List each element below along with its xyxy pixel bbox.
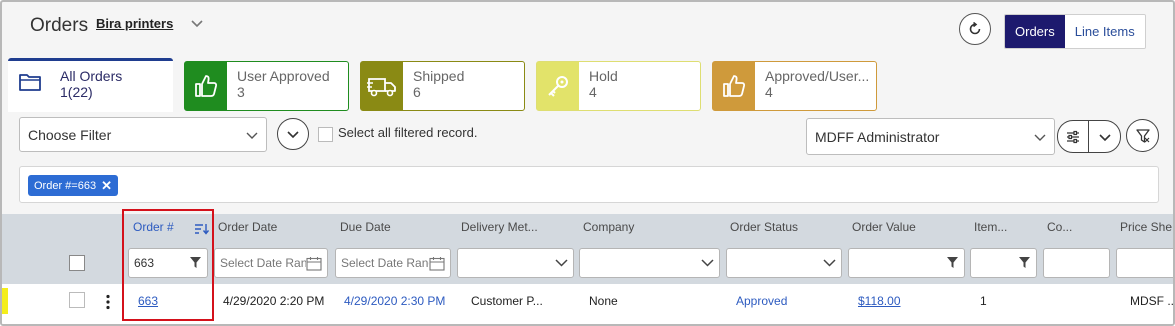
tab-count: 3 [237, 84, 245, 100]
due-date-filter-input[interactable]: Select Date Range [335, 248, 451, 278]
choose-filter-select[interactable]: Choose Filter [19, 117, 267, 152]
chevron-down-icon [287, 131, 299, 139]
choose-filter-value: Choose Filter [28, 127, 112, 143]
column-settings-split-button [1057, 120, 1121, 153]
calendar-icon[interactable] [429, 256, 445, 271]
tab-icon-box [185, 62, 227, 110]
tab-shipped[interactable]: Shipped 6 [360, 61, 525, 111]
select-all-filtered-label: Select all filtered record. [338, 125, 478, 140]
role-select-value: MDFF Administrator [815, 129, 940, 145]
filter-icon[interactable] [1018, 256, 1031, 269]
column-header-co[interactable]: Co... [1047, 220, 1072, 234]
select-all-filtered-checkbox[interactable] [318, 127, 333, 142]
column-header-delivery-method[interactable]: Delivery Met... [461, 220, 538, 234]
due-date-placeholder: Select Date Range [341, 256, 442, 270]
tab-all-orders[interactable]: All Orders 1(22) [8, 58, 173, 112]
page-title: Orders [30, 15, 89, 36]
truck-icon [367, 78, 396, 97]
filter-chip-label: Order #=663 [34, 179, 97, 192]
chevron-down-icon [555, 259, 568, 267]
line-items-view-button[interactable]: Line Items [1064, 15, 1145, 48]
tab-user-approved[interactable]: User Approved 3 [184, 61, 349, 111]
chevron-down-icon [701, 259, 714, 267]
tab-approved-user[interactable]: Approved/User... 4 [712, 61, 877, 111]
chevron-down-icon [1034, 134, 1046, 141]
price-sheet-filter-input[interactable] [1116, 248, 1173, 278]
tab-label: User Approved [237, 68, 330, 84]
tab-count: 4 [589, 84, 597, 100]
delivery-method-cell: Customer P... [471, 294, 543, 308]
order-number-column-highlight [122, 209, 214, 321]
thumbs-up-icon [195, 75, 218, 97]
tab-label: Shipped [413, 68, 465, 84]
tab-icon-box [713, 62, 755, 110]
refresh-icon [969, 21, 981, 35]
column-settings-dropdown[interactable] [1089, 121, 1120, 152]
chevron-down-icon[interactable] [190, 16, 204, 30]
tab-icon-box [537, 62, 579, 110]
calendar-icon[interactable] [306, 256, 322, 271]
order-date-cell: 4/29/2020 2:20 PM [223, 294, 325, 308]
order-status-cell: Approved [736, 294, 788, 308]
folder-icon [19, 74, 41, 91]
company-selector-link[interactable]: Bira printers [96, 16, 173, 31]
column-header-items[interactable]: Item... [974, 220, 1007, 234]
price-sheet-cell: MDSF ... [1130, 294, 1175, 308]
order-status-filter-select[interactable] [726, 248, 842, 278]
tab-hold[interactable]: Hold 4 [536, 61, 701, 111]
refresh-button[interactable] [959, 13, 991, 45]
active-filters-bar: Order #=663 ✕ [19, 166, 1159, 203]
thumbs-up-icon [723, 75, 746, 97]
column-header-company[interactable]: Company [583, 220, 634, 234]
view-toggle: Orders Line Items [1004, 14, 1146, 49]
row-status-marker [2, 288, 8, 314]
filter-chip[interactable]: Order #=663 ✕ [28, 175, 118, 196]
column-header-order-value[interactable]: Order Value [852, 220, 916, 234]
column-settings-button[interactable] [1058, 121, 1089, 152]
tab-icon-box [361, 62, 403, 110]
order-value-link[interactable]: $118.00 [858, 294, 901, 308]
company-cell: None [589, 294, 618, 308]
chevron-down-icon [246, 132, 258, 139]
chevron-down-icon [823, 259, 836, 267]
tab-count: 4 [765, 84, 773, 100]
tab-label: Hold [589, 68, 618, 84]
expand-filters-button[interactable] [277, 118, 309, 150]
orders-page: Orders Bira printers Orders Line Items A… [0, 0, 1175, 326]
tab-count: 1(22) [60, 84, 93, 100]
tab-count: 6 [413, 84, 421, 100]
tab-label: All Orders [60, 68, 123, 84]
items-filter-input[interactable] [970, 248, 1037, 278]
column-header-price-sheet[interactable]: Price She... [1120, 220, 1173, 234]
role-select[interactable]: MDFF Administrator [806, 118, 1055, 155]
key-icon [548, 76, 568, 97]
filter-icon[interactable] [946, 256, 959, 269]
column-header-order-status[interactable]: Order Status [730, 220, 798, 234]
due-date-cell: 4/29/2020 2:30 PM [344, 294, 446, 308]
tab-label: Approved/User... [765, 68, 870, 84]
chevron-down-icon [1098, 133, 1111, 141]
filter-clear-icon [1135, 128, 1150, 143]
column-header-order-date[interactable]: Order Date [218, 220, 277, 234]
select-all-checkbox[interactable] [69, 255, 85, 271]
column-header-due-date[interactable]: Due Date [340, 220, 391, 234]
company-filter-select[interactable] [579, 248, 720, 278]
orders-view-button[interactable]: Orders [1005, 15, 1065, 48]
sliders-icon [1067, 130, 1079, 143]
order-date-filter-input[interactable]: Select Date Range [214, 248, 328, 278]
clear-filters-button[interactable] [1126, 119, 1159, 152]
delivery-method-filter-select[interactable] [457, 248, 574, 278]
row-checkbox[interactable] [69, 292, 85, 308]
co-filter-input[interactable] [1043, 248, 1110, 278]
order-value-filter-input[interactable] [848, 248, 965, 278]
close-icon[interactable]: ✕ [101, 178, 112, 194]
items-cell: 1 [980, 294, 987, 308]
more-vertical-icon[interactable] [105, 294, 111, 310]
